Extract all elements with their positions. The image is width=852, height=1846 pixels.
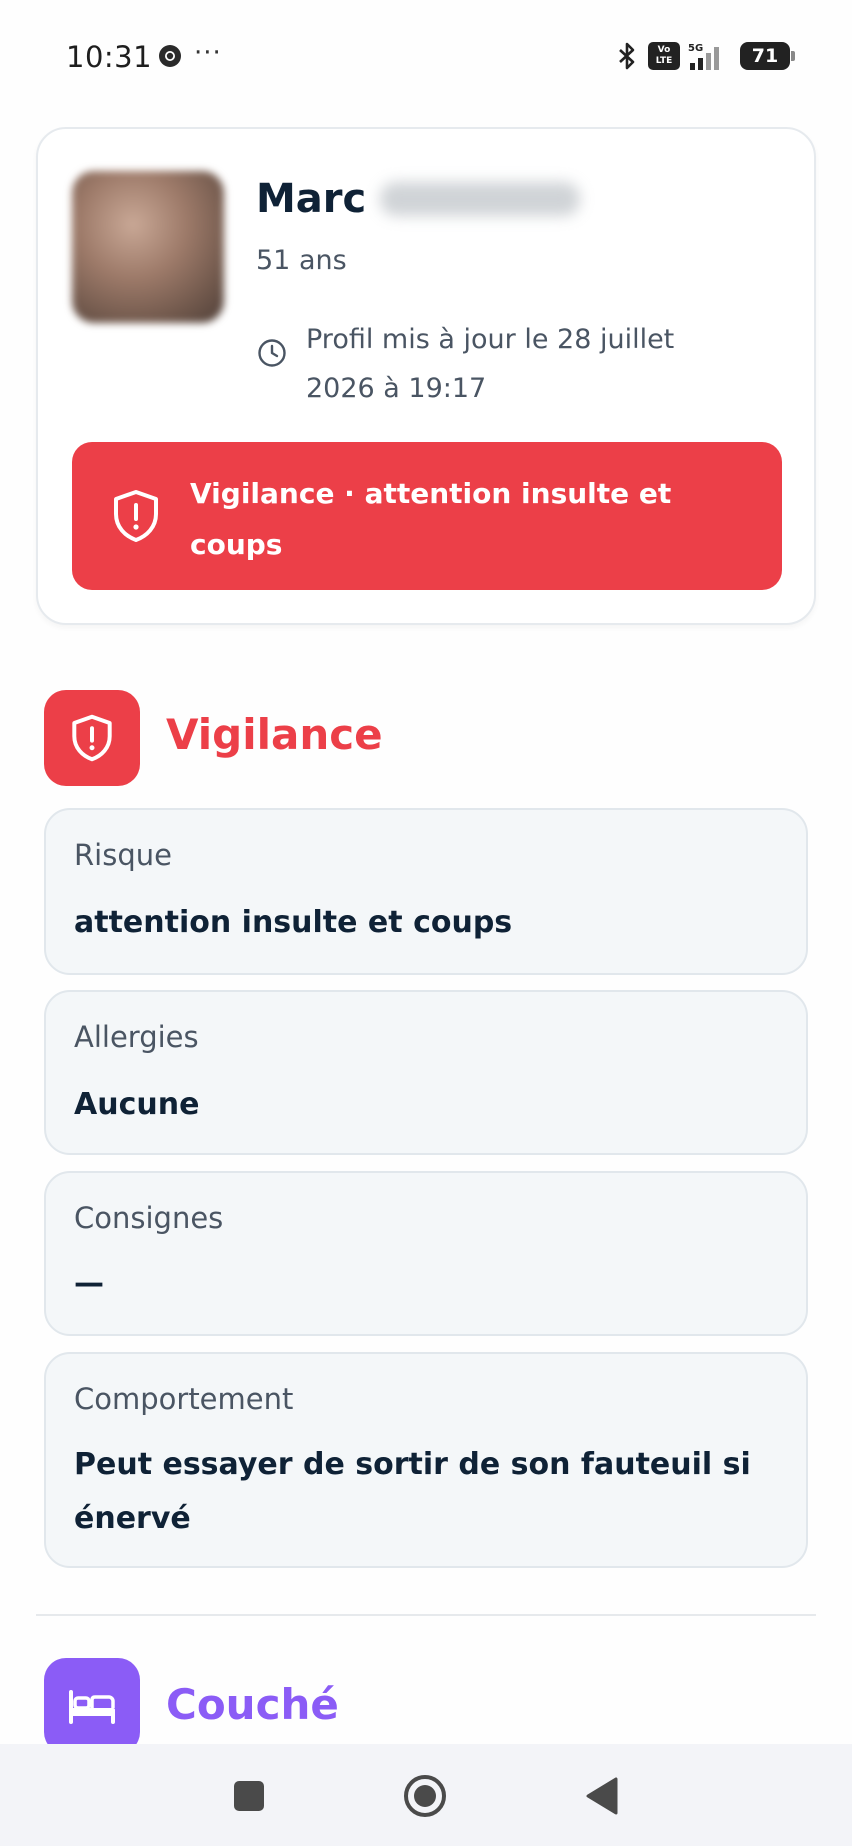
- info-box-comportement: Comportement Peut essayer de sortir de s…: [44, 1352, 808, 1568]
- battery-icon: 71: [740, 42, 795, 70]
- chrome-icon: [159, 45, 181, 67]
- vigilance-alert-banner[interactable]: Vigilance · attention insulte et coups: [72, 442, 782, 590]
- back-button[interactable]: [570, 1764, 634, 1828]
- back-icon: [586, 1777, 618, 1815]
- info-value: Aucune: [74, 1087, 200, 1122]
- section-divider: [36, 1614, 816, 1616]
- recents-icon: [234, 1781, 264, 1811]
- signal-5g-icon: 5G: [688, 43, 719, 70]
- svg-text:5G: 5G: [688, 43, 703, 54]
- recents-button[interactable]: [217, 1764, 281, 1828]
- profile-card: Marc 51 ans Profil mis à jour le 28 juil…: [36, 127, 816, 625]
- volte-icon: Vo LTE: [648, 42, 680, 70]
- bluetooth-icon: [619, 42, 635, 70]
- info-box-allergies: Allergies Aucune: [44, 990, 808, 1155]
- couche-section-icon: [44, 1658, 140, 1754]
- status-icons: Vo LTE 5G 71: [614, 40, 795, 72]
- home-icon: [404, 1775, 446, 1817]
- resident-name: Marc: [256, 176, 367, 222]
- name-row: Marc: [256, 173, 581, 225]
- clock-icon: [258, 339, 286, 367]
- vigilance-section-icon: [44, 690, 140, 786]
- bed-icon: [69, 1690, 115, 1724]
- volte-bottom: LTE: [655, 56, 673, 66]
- avatar: [72, 171, 224, 323]
- info-box-risque: Risque attention insulte et coups: [44, 808, 808, 975]
- volte-top: Vo: [657, 45, 671, 55]
- status-time: 10:31: [66, 40, 153, 74]
- resident-age: 51 ans: [256, 245, 347, 276]
- info-label: Allergies: [74, 1020, 199, 1054]
- screen: 10:31 ··· Vo LTE 5G 71 Marc 51 ans Profi…: [0, 0, 852, 1846]
- home-button[interactable]: [393, 1764, 457, 1828]
- vigilance-section-title: Vigilance: [166, 710, 383, 759]
- status-more-dots: ···: [194, 38, 222, 68]
- profile-updated-text: Profil mis à jour le 28 juillet 2026 à 1…: [306, 324, 675, 404]
- system-nav-bar: [0, 1744, 852, 1846]
- battery-level: 71: [751, 45, 779, 67]
- vigilance-alert-text: Vigilance · attention insulte et coups: [190, 477, 672, 561]
- shield-alert-icon: [72, 714, 112, 762]
- info-label: Consignes: [74, 1201, 224, 1235]
- info-value: —: [74, 1266, 104, 1301]
- couche-section-title: Couché: [166, 1680, 339, 1729]
- status-bar: 10:31 ··· Vo LTE 5G 71: [0, 0, 852, 112]
- info-value: attention insulte et coups: [74, 905, 513, 940]
- info-box-consignes: Consignes —: [44, 1171, 808, 1336]
- info-label: Comportement: [74, 1382, 294, 1416]
- shield-alert-icon: [114, 490, 158, 542]
- info-label: Risque: [74, 838, 172, 872]
- redacted-last-name: [380, 182, 581, 216]
- info-value: Peut essayer de sortir de son fauteuil s…: [74, 1447, 751, 1536]
